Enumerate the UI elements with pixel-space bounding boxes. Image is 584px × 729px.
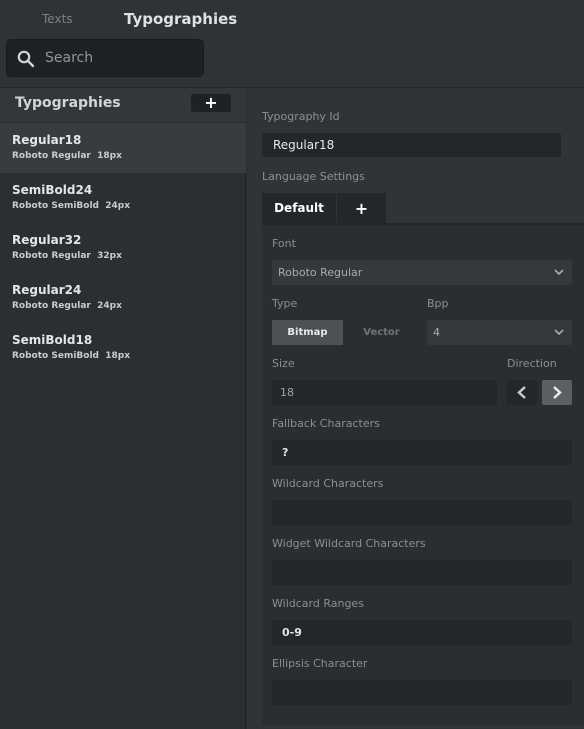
list-item[interactable]: Regular24 Roboto Regular 24px (0, 273, 246, 323)
bpp-select[interactable]: 4 (427, 320, 572, 345)
widget-wildcard-characters-input[interactable] (272, 560, 572, 585)
chevron-down-icon (554, 329, 564, 336)
typography-details: Roboto Regular 18px (12, 151, 122, 161)
typography-details: Roboto Regular 32px (12, 251, 122, 261)
wildcard-ranges-input[interactable]: 0-9 (272, 620, 572, 645)
font-label: Font (272, 237, 296, 250)
typography-detail-panel: Typography Id Regular18 Language Setting… (247, 88, 584, 729)
add-typography-button[interactable]: + (191, 94, 231, 112)
wildcard-characters-input[interactable] (272, 500, 572, 525)
bpp-label: Bpp (427, 297, 449, 310)
typography-name: Regular32 (12, 233, 82, 247)
type-vector-option[interactable]: Vector (343, 320, 420, 345)
typography-details: Roboto SemiBold 24px (12, 201, 131, 211)
direction-right-button[interactable] (542, 380, 572, 405)
ellipsis-character-label: Ellipsis Character (272, 657, 368, 670)
widget-wildcard-characters-label: Widget Wildcard Characters (272, 537, 426, 550)
bpp-select-value: 4 (433, 326, 440, 339)
tab-texts[interactable]: Texts (42, 12, 73, 26)
direction-left-button[interactable] (507, 380, 537, 405)
tab-typographies[interactable]: Typographies (124, 10, 237, 28)
type-label: Type (272, 297, 298, 310)
size-input[interactable]: 18 (272, 380, 497, 405)
list-header: Typographies + (0, 88, 246, 122)
ellipsis-character-input[interactable] (272, 680, 572, 705)
wildcard-ranges-label: Wildcard Ranges (272, 597, 364, 610)
list-item[interactable]: SemiBold18 Roboto SemiBold 18px (0, 323, 246, 373)
add-language-button[interactable]: + (337, 193, 386, 224)
search-placeholder: Search (45, 50, 94, 66)
top-bar: Texts Typographies Search (0, 0, 584, 88)
type-bitmap-option[interactable]: Bitmap (272, 320, 343, 345)
search-input[interactable]: Search (6, 39, 204, 77)
font-select-value: Roboto Regular (278, 266, 363, 279)
language-settings-panel: Font Roboto Regular Type Bpp Bitmap Vect… (262, 225, 584, 725)
typography-id-label: Typography Id (262, 110, 340, 123)
size-label: Size (272, 357, 295, 370)
typography-details: Roboto Regular 24px (12, 301, 122, 311)
typography-id-field[interactable]: Regular18 (262, 133, 561, 157)
fallback-characters-label: Fallback Characters (272, 417, 380, 430)
typography-name: Regular18 (12, 133, 82, 147)
typography-details: Roboto SemiBold 18px (12, 351, 131, 361)
chevron-left-icon (517, 386, 526, 399)
typography-name: SemiBold24 (12, 183, 93, 197)
tab-default-language[interactable]: Default (262, 193, 336, 224)
chevron-down-icon (554, 269, 564, 276)
search-icon (17, 50, 35, 68)
list-title: Typographies (15, 95, 121, 111)
list-item[interactable]: Regular32 Roboto Regular 32px (0, 223, 246, 273)
direction-label: Direction (507, 357, 557, 370)
chevron-right-icon (553, 386, 562, 399)
fallback-characters-input[interactable]: ? (272, 440, 572, 465)
typography-name: SemiBold18 (12, 333, 93, 347)
typography-name: Regular24 (12, 283, 82, 297)
typography-list-panel: Typographies + Regular18 Roboto Regular … (0, 88, 246, 729)
wildcard-characters-label: Wildcard Characters (272, 477, 384, 490)
font-select[interactable]: Roboto Regular (272, 260, 572, 285)
language-settings-label: Language Settings (262, 170, 365, 183)
list-item[interactable]: Regular18 Roboto Regular 18px (0, 123, 246, 173)
list-item[interactable]: SemiBold24 Roboto SemiBold 24px (0, 173, 246, 223)
